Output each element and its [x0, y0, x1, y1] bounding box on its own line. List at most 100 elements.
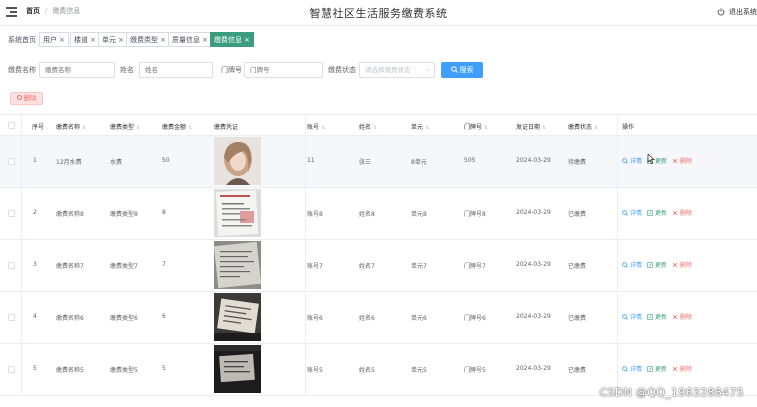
- tag-close-icon[interactable]: ×: [118, 36, 124, 44]
- name-input[interactable]: [139, 62, 213, 78]
- voucher-image[interactable]: [214, 241, 261, 289]
- cell-unit: 单元7: [411, 263, 427, 270]
- row-checkbox[interactable]: [8, 210, 15, 217]
- row-checkbox[interactable]: [8, 314, 15, 321]
- logout-button[interactable]: 退出系统: [717, 7, 757, 17]
- door-label: 门牌号: [221, 66, 242, 74]
- cell-date: 2024-03-29: [516, 365, 551, 372]
- delete-button[interactable]: 删除: [672, 312, 692, 321]
- select-all-checkbox[interactable]: [8, 122, 15, 129]
- tag-user[interactable]: 用户 ×: [39, 32, 69, 47]
- cell-unit: 单元5: [411, 367, 427, 374]
- tag-close-icon[interactable]: ×: [59, 36, 65, 44]
- cell-name: 姓名7: [359, 263, 375, 270]
- sort-icon[interactable]: ⇅: [594, 125, 598, 131]
- cell-door: 门牌号5: [464, 367, 486, 374]
- edit-button[interactable]: 更新: [647, 260, 667, 269]
- cell-fee-name: 缴费名称6: [56, 315, 84, 322]
- watermark: CSDN @QQ_1963288475: [599, 386, 744, 399]
- search-icon: [450, 66, 458, 73]
- detail-button[interactable]: 详情: [622, 208, 642, 217]
- cell-index: 3: [33, 261, 37, 268]
- tag-fee-type[interactable]: 缴费类型 ×: [126, 32, 170, 47]
- search-button[interactable]: 搜索: [441, 62, 483, 78]
- col-name[interactable]: 姓名 ⇅: [359, 122, 377, 131]
- col-date[interactable]: 发证日期 ⇅: [516, 122, 546, 131]
- delete-button[interactable]: 删除: [672, 364, 692, 373]
- col-account[interactable]: 账号 ⇅: [307, 122, 325, 131]
- table-row[interactable]: 1 12月水费 水费 50 11 张三 8单元 505 2024-03-29 待…: [0, 136, 757, 188]
- col-amount[interactable]: 缴费金额 ⇅: [162, 122, 192, 131]
- delete-button[interactable]: 删除: [672, 156, 692, 165]
- sort-icon[interactable]: ⇅: [82, 125, 86, 131]
- status-select[interactable]: 请选择缴费状态 ⌄: [359, 62, 435, 78]
- cell-status: 已缴费: [568, 367, 587, 374]
- close-icon: [672, 158, 678, 163]
- column-divider: [305, 114, 306, 396]
- sort-icon[interactable]: ⇅: [484, 125, 488, 131]
- sort-icon[interactable]: ⇅: [425, 125, 429, 131]
- search-icon: [622, 261, 628, 268]
- tag-close-icon[interactable]: ×: [160, 36, 166, 44]
- row-checkbox[interactable]: [8, 158, 15, 165]
- tag-quality[interactable]: 质量信息 ×: [168, 32, 212, 47]
- cell-amount: 5: [162, 365, 166, 372]
- tag-close-icon[interactable]: ×: [202, 36, 208, 44]
- tag-unit[interactable]: 单元 ×: [98, 32, 128, 47]
- edit-button[interactable]: 更新: [647, 208, 667, 217]
- table-row[interactable]: 4 缴费名称6 缴费类型6 6 账号6 姓名6 单元6 门牌号6 2024-03…: [0, 292, 757, 344]
- col-fee-type[interactable]: 缴费类型 ⇅: [110, 122, 140, 131]
- detail-button[interactable]: 详情: [622, 260, 642, 269]
- col-unit[interactable]: 单元 ⇅: [411, 122, 429, 131]
- top-header: 首页 / 缴费信息 智慧社区生活服务缴费系统 退出系统: [0, 0, 757, 26]
- tag-close-icon[interactable]: ×: [244, 36, 250, 44]
- row-actions: 详情 更新 删除: [622, 260, 697, 269]
- detail-button[interactable]: 详情: [622, 312, 642, 321]
- fee-name-label: 缴费名称: [8, 66, 36, 74]
- edit-button[interactable]: 更新: [647, 312, 667, 321]
- chevron-down-icon: ⌄: [424, 66, 430, 73]
- cell-door: 门牌号6: [464, 315, 486, 322]
- door-input[interactable]: [244, 62, 323, 78]
- table-row[interactable]: 3 缴费名称7 缴费类型7 7 账号7 姓名7 单元7 门牌号7 2024-03…: [0, 240, 757, 292]
- tag-label: 缴费信息: [214, 36, 242, 44]
- row-checkbox[interactable]: [8, 366, 15, 373]
- detail-button[interactable]: 详情: [622, 364, 642, 373]
- col-status[interactable]: 缴费状态 ⇅: [568, 122, 598, 131]
- voucher-image[interactable]: [214, 293, 261, 341]
- cell-status: 已缴费: [568, 263, 587, 270]
- tag-home[interactable]: 系统首页: [4, 32, 40, 47]
- sort-icon[interactable]: ⇅: [188, 125, 192, 131]
- cell-account: 11: [307, 157, 315, 164]
- close-icon: [672, 262, 678, 267]
- col-index[interactable]: 序号: [32, 122, 44, 131]
- col-door[interactable]: 门牌号 ⇅: [464, 122, 488, 131]
- voucher-image[interactable]: [214, 345, 261, 393]
- column-divider: [617, 114, 618, 396]
- sort-icon[interactable]: ⇅: [373, 125, 377, 131]
- search-icon: [622, 313, 628, 320]
- sort-icon[interactable]: ⇅: [136, 125, 140, 131]
- fee-name-input[interactable]: [39, 62, 115, 78]
- sort-icon[interactable]: ⇅: [542, 125, 546, 131]
- table-row[interactable]: 2 缴费名称8 缴费类型8 8 账号8 姓名8 单元8 门牌号8 2024-03…: [0, 188, 757, 240]
- sort-icon[interactable]: ⇅: [321, 125, 325, 131]
- cell-fee-name: 缴费名称8: [56, 211, 84, 218]
- cell-fee-name: 缴费名称7: [56, 263, 84, 270]
- tag-close-icon[interactable]: ×: [90, 36, 96, 44]
- cell-fee-name: 缴费名称5: [56, 367, 84, 374]
- delete-button[interactable]: 删除: [672, 260, 692, 269]
- app-title: 智慧社区生活服务缴费系统: [309, 7, 448, 20]
- edit-button[interactable]: 更新: [647, 364, 667, 373]
- tag-fee-info[interactable]: 缴费信息 ×: [210, 32, 254, 47]
- delete-button[interactable]: 删除: [672, 208, 692, 217]
- row-checkbox[interactable]: [8, 262, 15, 269]
- detail-button[interactable]: 详情: [622, 156, 642, 165]
- voucher-image[interactable]: [214, 189, 261, 237]
- row-actions: 详情 更新 删除: [622, 312, 697, 321]
- tag-corridor[interactable]: 楼道 ×: [70, 32, 100, 47]
- cell-name: 姓名8: [359, 211, 375, 218]
- batch-delete-button[interactable]: 删除: [10, 92, 43, 105]
- col-fee-name[interactable]: 缴费名称 ⇅: [56, 122, 86, 131]
- voucher-image[interactable]: [214, 137, 261, 185]
